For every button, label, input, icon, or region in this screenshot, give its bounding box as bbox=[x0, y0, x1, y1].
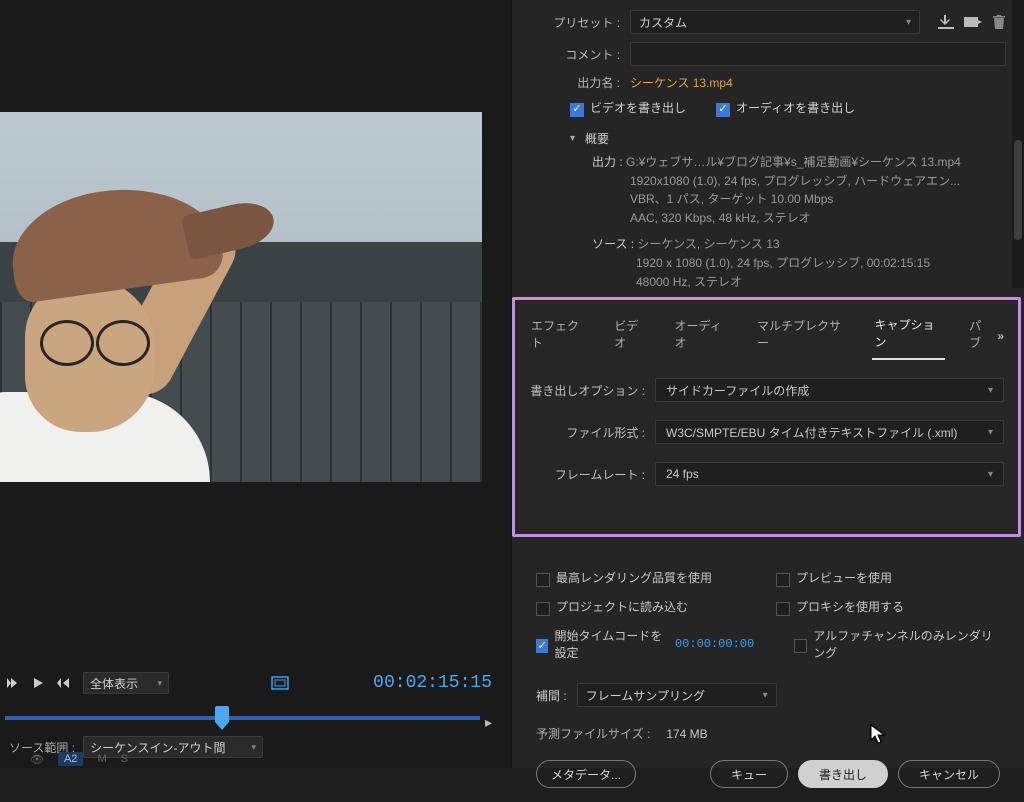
preview-timecode: 00:02:15:15 bbox=[373, 673, 500, 693]
play-icon[interactable] bbox=[31, 676, 45, 690]
caption-section-highlight: エフェクト ビデオ オーディオ マルチプレクサー キャプション パブ » 書き出し… bbox=[512, 297, 1021, 537]
import-project-checkbox[interactable]: プロジェクトに読み込む bbox=[536, 598, 736, 615]
tab-effects[interactable]: エフェクト bbox=[529, 313, 590, 359]
summary-source-seq: シーケンス, シーケンス 13 bbox=[637, 237, 779, 251]
step-back-icon[interactable] bbox=[5, 676, 19, 690]
file-format-value: W3C/SMPTE/EBU タイム付きテキストファイル (.xml) bbox=[666, 424, 957, 441]
export-video-checkbox[interactable]: ビデオを書き出し bbox=[570, 99, 686, 116]
export-option-select[interactable]: サイドカーファイルの作成 ▾ bbox=[655, 378, 1004, 402]
summary-output-path: G:¥ウェブサ…ル¥ブログ記事¥s_補足動画¥シーケンス 13.mp4 bbox=[626, 155, 961, 169]
summary-output-res: 1920x1080 (1.0), 24 fps, プログレッシブ, ハードウェア… bbox=[592, 172, 1006, 191]
playhead[interactable] bbox=[215, 706, 229, 722]
save-preset-icon[interactable] bbox=[964, 15, 982, 29]
fit-dropdown[interactable]: 全体表示 ▾ bbox=[83, 672, 169, 694]
output-name-label: 出力名 : bbox=[530, 74, 620, 91]
aspect-icon[interactable] bbox=[271, 676, 289, 690]
mute-icon[interactable]: M bbox=[97, 753, 106, 765]
delete-preset-icon[interactable] bbox=[992, 15, 1006, 29]
max-render-checkbox[interactable]: 最高レンダリング品質を使用 bbox=[536, 569, 736, 586]
filesize-value: 174 MB bbox=[666, 727, 707, 741]
video-preview bbox=[0, 112, 482, 482]
chevron-down-icon: ▾ bbox=[988, 469, 993, 480]
more-tabs-icon[interactable]: » bbox=[997, 329, 1004, 343]
file-format-label: ファイル形式 : bbox=[529, 424, 645, 441]
chevron-down-icon: ▾ bbox=[763, 690, 768, 701]
solo-icon[interactable]: S bbox=[121, 753, 128, 765]
scroll-thumb[interactable] bbox=[1014, 140, 1022, 240]
out-marker-icon[interactable]: ▸ bbox=[485, 714, 492, 731]
output-name-link[interactable]: シーケンス 13.mp4 bbox=[630, 74, 733, 91]
summary-output-vbr: VBR、1 パス, ターゲット 10.00 Mbps bbox=[592, 190, 1006, 209]
filesize-label: 予測ファイルサイズ : bbox=[536, 725, 650, 742]
summary-output-audio: AAC, 320 Kbps, 48 kHz, ステレオ bbox=[592, 209, 1006, 228]
output-label: 出力 : bbox=[592, 155, 623, 169]
tab-audio[interactable]: オーディオ bbox=[673, 313, 733, 359]
chevron-down-icon: ▾ bbox=[157, 678, 162, 689]
queue-button[interactable]: キュー bbox=[710, 760, 788, 788]
interp-label: 補間 : bbox=[536, 687, 567, 704]
summary-toggle[interactable]: ▾概要 bbox=[570, 124, 1006, 153]
scrollbar[interactable] bbox=[1012, 0, 1024, 288]
interp-value: フレームサンプリング bbox=[586, 687, 705, 704]
eye-icon[interactable]: 👁 bbox=[30, 753, 44, 766]
summary-source-res: 1920 x 1080 (1.0), 24 fps, プログレッシブ, 00:0… bbox=[592, 254, 1006, 273]
comment-label: コメント : bbox=[530, 46, 620, 63]
fit-label: 全体表示 bbox=[90, 675, 138, 692]
audio-track-chip[interactable]: A2 bbox=[58, 752, 83, 766]
export-option-label: 書き出しオプション : bbox=[529, 382, 645, 399]
chevron-down-icon: ▾ bbox=[906, 17, 911, 28]
tab-multiplexer[interactable]: マルチプレクサー bbox=[755, 313, 851, 359]
start-timecode-checkbox[interactable]: 開始タイムコードを設定00:00:00:00 bbox=[536, 627, 754, 661]
preset-select[interactable]: カスタム ▾ bbox=[630, 10, 920, 34]
step-fwd-icon[interactable] bbox=[57, 676, 71, 690]
start-timecode-value[interactable]: 00:00:00:00 bbox=[675, 637, 754, 651]
summary-source-audio: 48000 Hz, ステレオ bbox=[592, 273, 1006, 292]
timeline[interactable]: ▸ bbox=[5, 704, 500, 726]
export-option-value: サイドカーファイルの作成 bbox=[666, 382, 809, 399]
chevron-down-icon: ▾ bbox=[988, 385, 993, 396]
use-preview-checkbox[interactable]: プレビューを使用 bbox=[776, 569, 976, 586]
export-audio-checkbox[interactable]: オーディオを書き出し bbox=[716, 99, 855, 116]
metadata-button[interactable]: メタデータ... bbox=[536, 760, 636, 788]
tab-publish[interactable]: パブ bbox=[967, 313, 993, 359]
alpha-only-checkbox[interactable]: アルファチャンネルのみレンダリング bbox=[794, 627, 1000, 661]
framerate-value: 24 fps bbox=[666, 467, 699, 481]
chevron-down-icon: ▾ bbox=[988, 427, 993, 438]
chevron-down-icon: ▾ bbox=[570, 133, 575, 144]
export-button[interactable]: 書き出し bbox=[798, 760, 888, 788]
download-preset-icon[interactable] bbox=[938, 15, 954, 29]
framerate-select[interactable]: 24 fps ▾ bbox=[655, 462, 1004, 486]
comment-input[interactable] bbox=[630, 42, 1006, 66]
file-format-select[interactable]: W3C/SMPTE/EBU タイム付きテキストファイル (.xml) ▾ bbox=[655, 420, 1004, 444]
tab-caption[interactable]: キャプション bbox=[872, 312, 945, 360]
chevron-down-icon: ▾ bbox=[252, 742, 257, 753]
interp-select[interactable]: フレームサンプリング ▾ bbox=[577, 683, 777, 707]
tab-video[interactable]: ビデオ bbox=[612, 313, 650, 359]
source-label: ソース : bbox=[592, 237, 634, 251]
use-proxy-checkbox[interactable]: プロキシを使用する bbox=[776, 598, 976, 615]
preset-value: カスタム bbox=[639, 14, 687, 31]
framerate-label: フレームレート : bbox=[529, 466, 645, 483]
cancel-button[interactable]: キャンセル bbox=[898, 760, 1000, 788]
preset-label: プリセット : bbox=[530, 14, 620, 31]
